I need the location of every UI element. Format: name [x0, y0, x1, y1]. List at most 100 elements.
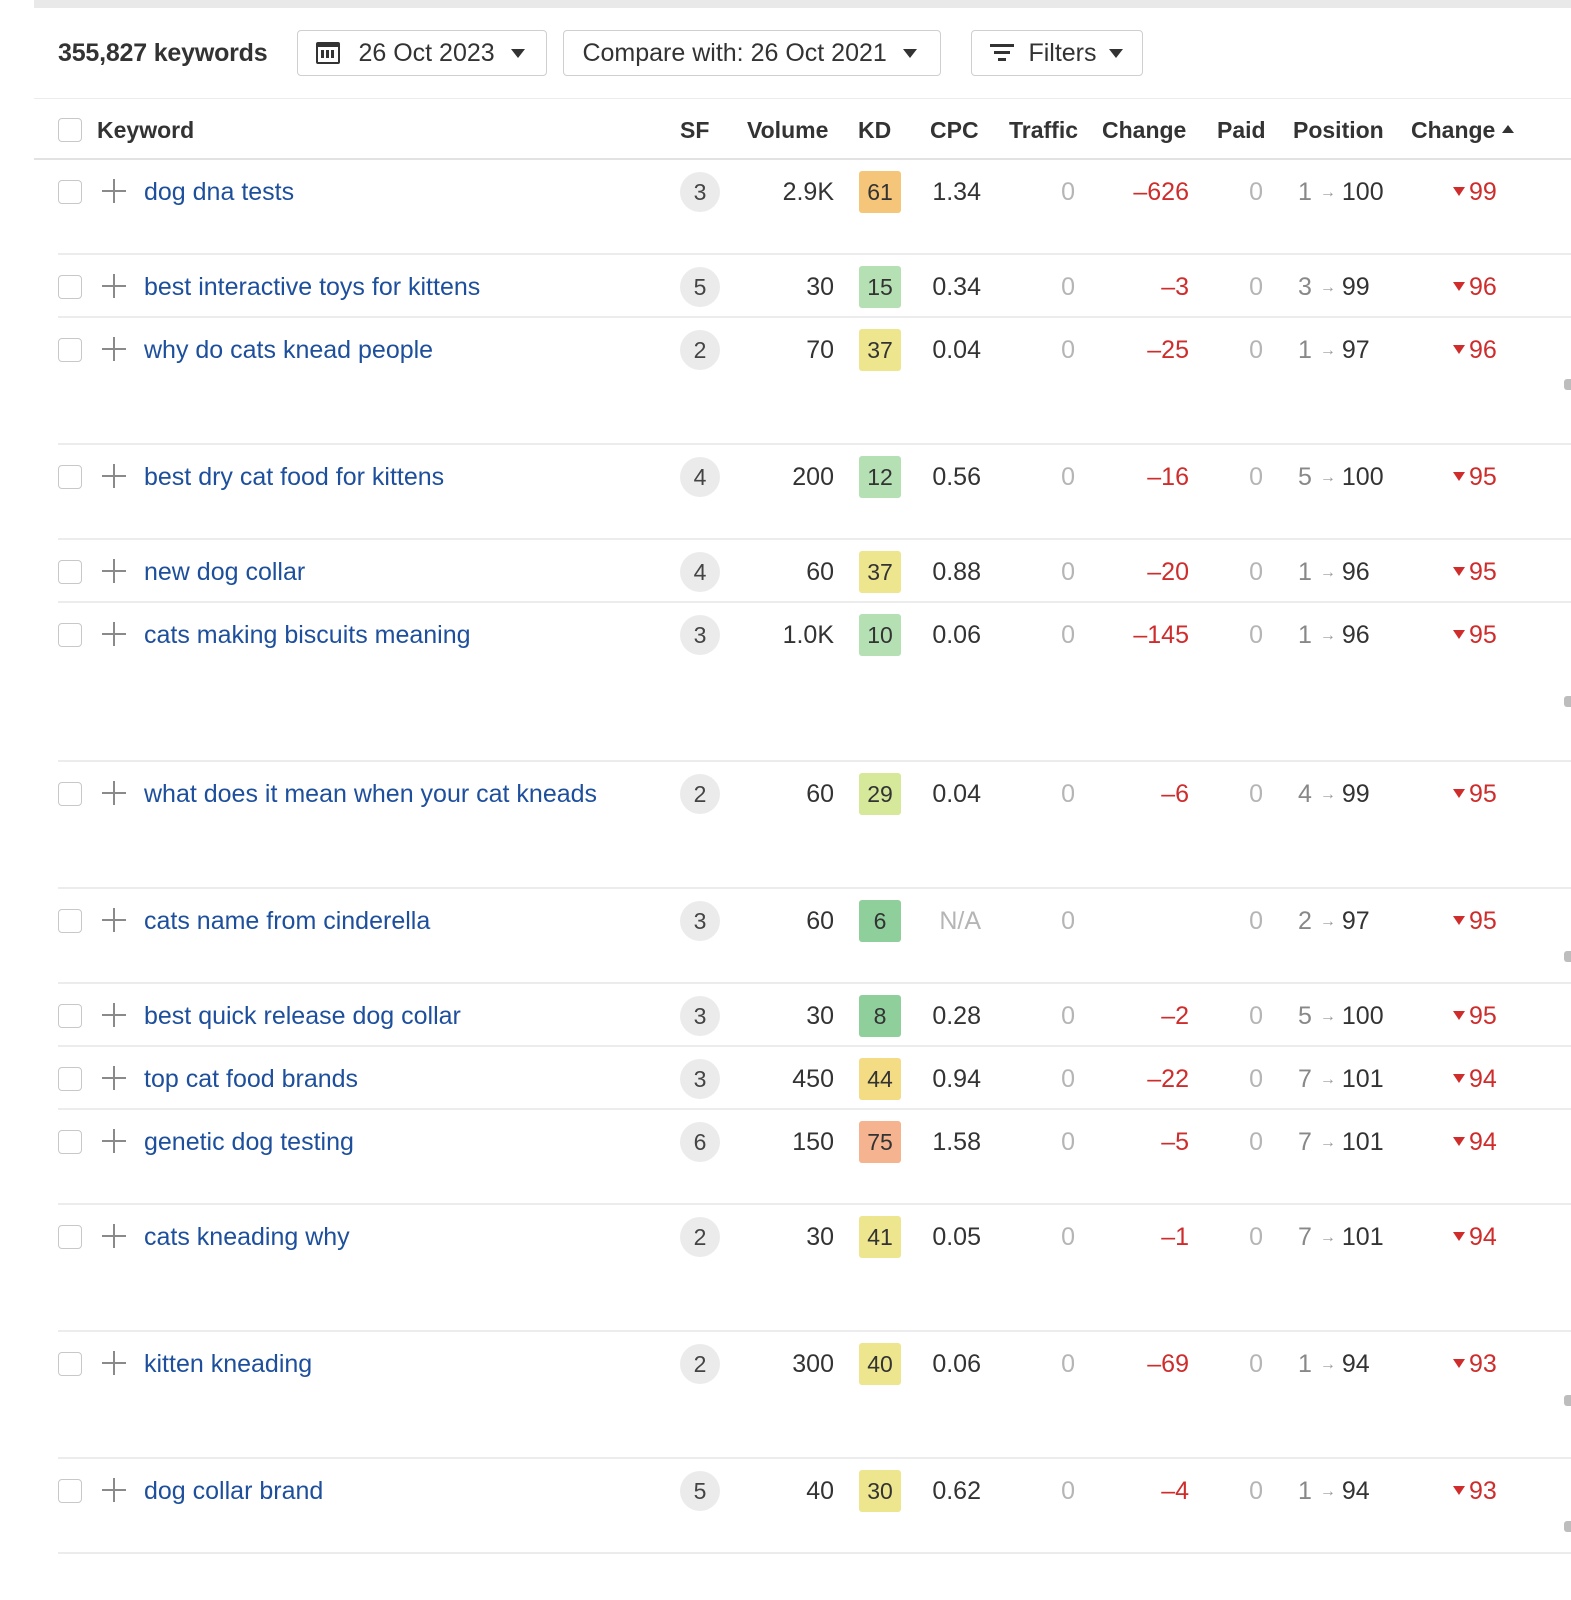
table-row[interactable]: cats name from cinderella 3 60 6 N/A 0 0 2 → 97 95: [0, 889, 1571, 984]
keyword-link[interactable]: dog collar brand: [144, 1459, 323, 1523]
serp-features-badge[interactable]: 3: [680, 172, 720, 212]
table-row[interactable]: top cat food brands 3 450 44 0.94 0 –22 0 7 → 101 9…: [0, 1047, 1571, 1110]
filters-button[interactable]: Filters: [971, 30, 1144, 76]
table-row[interactable]: cats making biscuits meaning 3 1.0K 10 0.06 0…: [0, 603, 1571, 762]
table-row[interactable]: genetic dog testing 6 150 75 1.58 0 –5 0 7 → 101 94: [0, 1110, 1571, 1205]
row-checkbox[interactable]: [58, 560, 82, 584]
keyword-link[interactable]: top cat food brands: [144, 1047, 358, 1111]
row-checkbox[interactable]: [58, 180, 82, 204]
table-row[interactable]: best interactive toys for kittens 5 30 15 0.…: [0, 255, 1571, 318]
column-header-volume[interactable]: Volume: [747, 100, 828, 160]
row-checkbox[interactable]: [58, 465, 82, 489]
row-checkbox[interactable]: [58, 1067, 82, 1091]
add-to-list-icon[interactable]: [102, 781, 126, 805]
feedback-handle-icon[interactable]: [1564, 379, 1571, 390]
row-checkbox[interactable]: [58, 1004, 82, 1028]
table-row[interactable]: cats kneading why 2 30 41 0.05 0 –1 0 7 → 101 94: [0, 1205, 1571, 1332]
row-checkbox[interactable]: [58, 623, 82, 647]
column-header-keyword[interactable]: Keyword: [97, 100, 194, 160]
column-header-traffic-change[interactable]: Change: [1102, 100, 1186, 160]
sort-ascending-icon: [1502, 124, 1515, 133]
paid-value: 0: [1249, 463, 1263, 491]
select-all-checkbox[interactable]: [58, 118, 82, 142]
table-row[interactable]: dog dna tests 3 2.9K 61 1.34 0 –626 0 1 → 100 99: [0, 160, 1571, 255]
table-row[interactable]: why do cats knead people 2 70 37 0.04 0 –25 0 1 →…: [0, 318, 1571, 445]
serp-features-badge[interactable]: 4: [680, 457, 720, 497]
volume-value: 30: [806, 273, 834, 301]
table-row[interactable]: new dog collar 4 60 37 0.88 0 –20 0 1 → 96 95: [0, 540, 1571, 603]
table-row[interactable]: kitten kneading 2 300 40 0.06 0 –69 0 1 → 94 93: [0, 1332, 1571, 1459]
keyword-link[interactable]: best quick release dog collar: [144, 984, 461, 1048]
feedback-handle-icon[interactable]: [1564, 1395, 1571, 1406]
add-to-list-icon[interactable]: [102, 1224, 126, 1248]
position-value: 1 → 94: [1298, 1459, 1388, 1523]
table-row[interactable]: best dry cat food for kittens 4 200 12 0.56 0…: [0, 445, 1571, 540]
keyword-link[interactable]: best interactive toys for kittens: [144, 255, 480, 319]
keyword-link[interactable]: genetic dog testing: [144, 1110, 354, 1174]
date-picker-button[interactable]: 26 Oct 2023: [297, 30, 548, 76]
feedback-handle-icon[interactable]: [1564, 696, 1571, 707]
add-to-list-icon[interactable]: [102, 1129, 126, 1153]
keyword-link[interactable]: dog dna tests: [144, 160, 294, 224]
row-checkbox[interactable]: [58, 1130, 82, 1154]
serp-features-badge[interactable]: 2: [680, 774, 720, 814]
feedback-handle-icon[interactable]: [1564, 1521, 1571, 1532]
add-to-list-icon[interactable]: [102, 1066, 126, 1090]
serp-features-badge[interactable]: 2: [680, 1217, 720, 1257]
feedback-handle-icon[interactable]: [1564, 951, 1571, 962]
serp-features-badge[interactable]: 3: [680, 996, 720, 1036]
serp-features-badge[interactable]: 6: [680, 1122, 720, 1162]
column-header-traffic[interactable]: Traffic: [1009, 100, 1078, 160]
row-checkbox[interactable]: [58, 1225, 82, 1249]
add-to-list-icon[interactable]: [102, 1478, 126, 1502]
divider: [34, 98, 1571, 99]
row-checkbox[interactable]: [58, 275, 82, 299]
serp-features-badge[interactable]: 2: [680, 1344, 720, 1384]
column-header-sf[interactable]: SF: [680, 100, 709, 160]
add-to-list-icon[interactable]: [102, 1003, 126, 1027]
keyword-link[interactable]: cats name from cinderella: [144, 889, 430, 953]
add-to-list-icon[interactable]: [102, 1351, 126, 1375]
column-header-paid[interactable]: Paid: [1217, 100, 1266, 160]
serp-features-badge[interactable]: 3: [680, 1059, 720, 1099]
column-header-position-change[interactable]: Change: [1411, 100, 1515, 160]
add-to-list-icon[interactable]: [102, 559, 126, 583]
add-to-list-icon[interactable]: [102, 622, 126, 646]
keyword-link[interactable]: cats kneading why: [144, 1205, 350, 1269]
row-checkbox[interactable]: [58, 782, 82, 806]
serp-features-badge[interactable]: 5: [680, 267, 720, 307]
paid-value: 0: [1249, 780, 1263, 808]
paid-value: 0: [1249, 558, 1263, 586]
add-to-list-icon[interactable]: [102, 274, 126, 298]
table-row[interactable]: dog collar brand 5 40 30 0.62 0 –4 0 1 → 94 93: [0, 1459, 1571, 1554]
keyword-link[interactable]: what does it mean when your cat kneads: [144, 762, 597, 826]
column-header-cpc[interactable]: CPC: [930, 100, 979, 160]
caret-down-icon: [1453, 1136, 1465, 1146]
add-to-list-icon[interactable]: [102, 464, 126, 488]
row-checkbox[interactable]: [58, 338, 82, 362]
position-value: 7 → 101: [1298, 1205, 1388, 1269]
keyword-link[interactable]: why do cats knead people: [144, 318, 433, 382]
serp-features-badge[interactable]: 2: [680, 330, 720, 370]
keyword-link[interactable]: kitten kneading: [144, 1332, 312, 1396]
table-row[interactable]: best quick release dog collar 3 30 8 0.28 0 –2…: [0, 984, 1571, 1047]
add-to-list-icon[interactable]: [102, 179, 126, 203]
kd-badge: 61: [859, 171, 901, 213]
compare-date-button[interactable]: Compare with: 26 Oct 2021: [563, 30, 942, 76]
keyword-link[interactable]: best dry cat food for kittens: [144, 445, 444, 509]
serp-features-badge[interactable]: 5: [680, 1471, 720, 1511]
column-header-position[interactable]: Position: [1293, 100, 1384, 160]
add-to-list-icon[interactable]: [102, 908, 126, 932]
table-row[interactable]: what does it mean when your cat kneads 2 6…: [0, 762, 1571, 889]
row-checkbox[interactable]: [58, 1352, 82, 1376]
caret-down-icon: [1453, 629, 1465, 639]
serp-features-badge[interactable]: 3: [680, 615, 720, 655]
row-checkbox[interactable]: [58, 909, 82, 933]
keyword-link[interactable]: cats making biscuits meaning: [144, 603, 471, 667]
serp-features-badge[interactable]: 4: [680, 552, 720, 592]
add-to-list-icon[interactable]: [102, 337, 126, 361]
serp-features-badge[interactable]: 3: [680, 901, 720, 941]
row-checkbox[interactable]: [58, 1479, 82, 1503]
keyword-link[interactable]: new dog collar: [144, 540, 305, 604]
column-header-kd[interactable]: KD: [858, 100, 891, 160]
